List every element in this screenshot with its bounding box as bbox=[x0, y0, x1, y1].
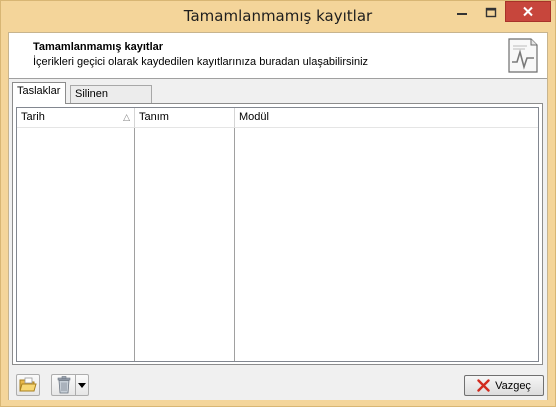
sort-ascending-icon: △ bbox=[123, 112, 130, 122]
column-label-tarih: Tarih bbox=[21, 111, 45, 123]
column-header-tarih[interactable]: Tarih △ bbox=[17, 108, 135, 128]
header-subtitle: İçerikleri geçici olarak kaydedilen kayı… bbox=[33, 56, 369, 68]
bottom-toolbar: Vazgeç bbox=[9, 366, 547, 400]
column-header-tanim[interactable]: Tanım bbox=[135, 108, 235, 128]
tab-taslaklar[interactable]: Taslaklar bbox=[12, 82, 66, 104]
red-x-icon bbox=[477, 379, 490, 392]
column-label-tanim: Tanım bbox=[139, 111, 169, 123]
maximize-icon bbox=[485, 7, 496, 17]
minimize-button[interactable] bbox=[448, 2, 475, 22]
trash-icon bbox=[57, 376, 70, 394]
folder-open-icon bbox=[19, 377, 37, 392]
maximize-button[interactable] bbox=[477, 2, 504, 22]
caret-down-icon bbox=[78, 382, 86, 388]
minimize-icon bbox=[456, 13, 467, 15]
dialog-header: Tamamlanmamış kayıtlar İçerikleri geçici… bbox=[9, 33, 547, 79]
cancel-label: Vazgeç bbox=[495, 379, 531, 392]
delete-button[interactable] bbox=[51, 374, 75, 396]
cancel-button[interactable]: Vazgeç bbox=[464, 375, 544, 396]
column-divider bbox=[234, 128, 235, 361]
column-label-modul: Modül bbox=[239, 111, 269, 123]
dialog-window: Tamamlanmamış kayıtlar Tamamlanmamış kay… bbox=[0, 0, 556, 407]
tab-panel-taslaklar: Tarih △ Tanım Modül bbox=[12, 103, 543, 365]
tab-silinen-kayitlar[interactable]: Silinen Kayıtlar bbox=[70, 85, 152, 116]
delete-options-dropdown[interactable] bbox=[75, 374, 89, 396]
close-button[interactable] bbox=[505, 1, 551, 22]
header-title: Tamamlanmamış kayıtlar bbox=[33, 41, 164, 53]
document-chart-icon bbox=[508, 38, 538, 73]
column-divider bbox=[134, 128, 135, 361]
records-grid[interactable]: Tarih △ Tanım Modül bbox=[16, 107, 539, 362]
dialog-client-area: Tamamlanmamış kayıtlar İçerikleri geçici… bbox=[8, 32, 548, 400]
open-button[interactable] bbox=[16, 374, 40, 396]
close-icon bbox=[523, 6, 533, 17]
column-header-modul[interactable]: Modül bbox=[235, 108, 538, 128]
title-bar[interactable]: Tamamlanmamış kayıtlar bbox=[1, 1, 555, 32]
